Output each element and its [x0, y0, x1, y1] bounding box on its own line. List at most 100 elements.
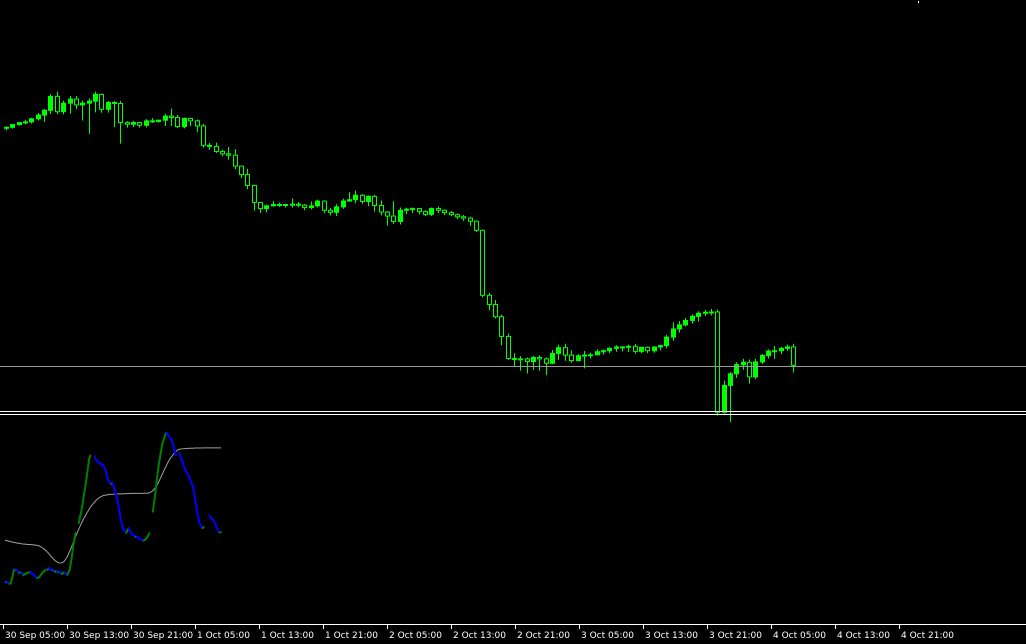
candle-body [74, 98, 79, 106]
candle-body [429, 208, 434, 215]
candle-body [144, 120, 149, 126]
candle-body [36, 114, 41, 120]
candle-body [404, 208, 409, 211]
candle-body [436, 208, 441, 211]
candle-body [341, 200, 346, 208]
candle-body [645, 346, 650, 352]
x-tick-label: 4 Oct 13:00 [837, 631, 890, 641]
candle-body [220, 150, 225, 155]
candle-body [366, 195, 371, 202]
x-tick-label: 30 Sep 13:00 [69, 631, 129, 641]
corner-marker [918, 1, 919, 3]
candle-body [601, 350, 606, 353]
candle-body [42, 109, 47, 116]
candle-body [658, 345, 663, 348]
candle-body [709, 311, 714, 314]
price-chart: 30 Sep 05:00 30 Sep 13:00 30 Sep 21:00 1 Oc… [0, 0, 1026, 644]
candle-body [163, 115, 168, 121]
candle-body [722, 384, 727, 413]
candle-body [525, 358, 530, 363]
candle-body [175, 116, 180, 128]
candle-body [607, 347, 612, 352]
fast-line-segment [173, 450, 177, 456]
candle-body [169, 115, 174, 118]
candle-body [417, 208, 422, 213]
fast-line-segment [117, 503, 121, 513]
candle-body [499, 316, 504, 337]
candle-body [671, 328, 676, 338]
candle-body [595, 351, 600, 356]
candle-body [239, 165, 244, 176]
candle [715, 309, 720, 416]
candle-body [372, 195, 377, 207]
candle [175, 115, 180, 128]
candle-body [302, 204, 307, 209]
fast-line-segment [157, 457, 161, 468]
candle-body [296, 203, 301, 206]
candle-body [474, 220, 479, 231]
fast-line-segment [194, 500, 198, 510]
candle-body [245, 174, 250, 186]
candle-body [252, 184, 257, 203]
candle-body [747, 361, 752, 378]
candle-body [391, 215, 396, 222]
x-tick-label: 3 Oct 21:00 [709, 631, 762, 641]
candle-body [258, 201, 263, 210]
fast-line-segment [69, 554, 73, 564]
candle-body [626, 345, 631, 348]
candle-body [588, 354, 593, 357]
candle-body [118, 103, 123, 124]
candle-body [772, 350, 777, 353]
candle-body [233, 154, 238, 167]
candle-body [544, 358, 549, 364]
candle-body [715, 311, 720, 413]
candle [429, 207, 434, 217]
candle-body [125, 122, 130, 125]
candle-body [156, 119, 161, 123]
candle-body [17, 122, 22, 126]
candle-body [360, 194, 365, 202]
candle-body [385, 211, 390, 217]
candle-body [461, 216, 466, 219]
candle-body [131, 122, 136, 125]
candle-body [785, 346, 790, 349]
candle-body [455, 214, 460, 218]
candle-body [677, 324, 682, 330]
candle-body [334, 206, 339, 213]
candle-body [766, 350, 771, 356]
x-tick-label: 30 Sep 21:00 [133, 631, 193, 641]
candle-body [728, 373, 733, 386]
candle-body [283, 204, 288, 207]
x-tick-label: 3 Oct 13:00 [645, 631, 698, 641]
candle-body [791, 346, 796, 366]
fast-line-segment [195, 507, 199, 517]
candle-body [537, 357, 542, 360]
candle-body [10, 124, 15, 128]
fast-line-segment [73, 532, 77, 542]
candle-body [569, 354, 574, 362]
candle-body [55, 95, 60, 113]
candle-body [779, 347, 784, 352]
candle-body [423, 211, 428, 215]
candle-body [264, 205, 269, 210]
candle-body [633, 345, 638, 352]
candle-body [696, 312, 701, 317]
candle-body [506, 335, 511, 360]
candle-body [480, 229, 485, 296]
x-tick-label: 2 Oct 21:00 [517, 631, 570, 641]
candle [506, 333, 511, 360]
candle-body [61, 102, 66, 113]
x-tick-label: 3 Oct 05:00 [581, 631, 634, 641]
candle-body [398, 209, 403, 222]
candle-body [760, 354, 765, 363]
x-tick-label: 2 Oct 05:00 [389, 631, 442, 641]
fast-line-segment [68, 561, 72, 571]
x-tick-label: 1 Oct 13:00 [261, 631, 314, 641]
candle-body [277, 204, 282, 207]
candle-body [137, 122, 142, 126]
x-tick-label: 1 Oct 21:00 [325, 631, 378, 641]
candle-body [468, 217, 473, 222]
candle-body [322, 200, 327, 211]
candle-body [93, 93, 98, 102]
fast-line-segment [83, 481, 87, 492]
